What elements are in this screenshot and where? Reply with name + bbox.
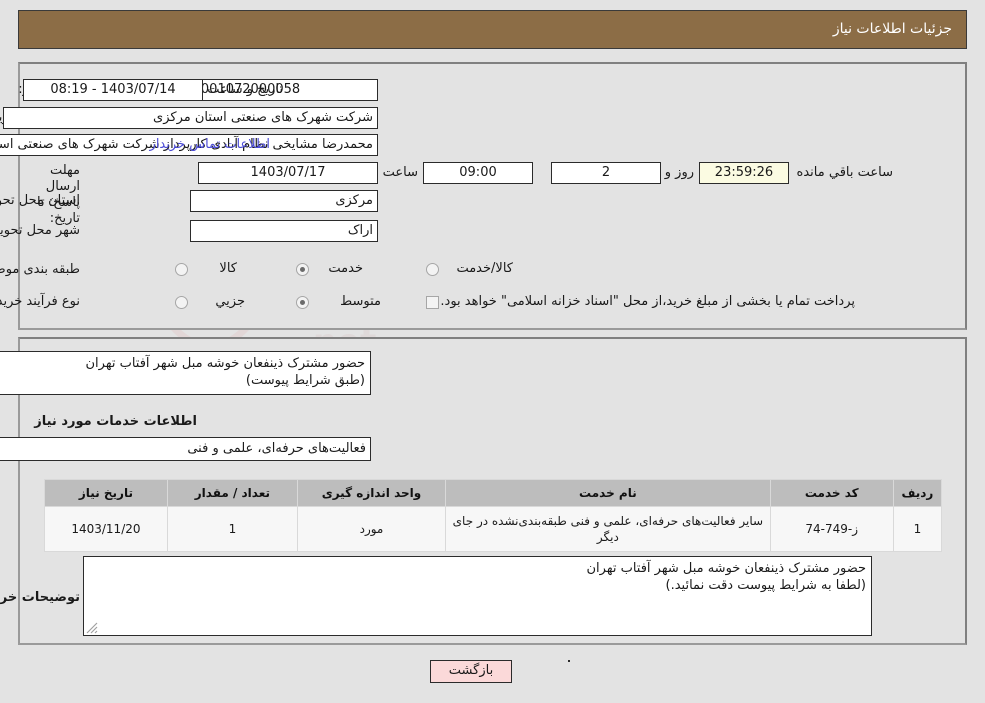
category-label: طبقه بندی موضوعی: [0,262,80,277]
city-label: شهر محل تحویل: [0,223,80,238]
deadline-time-field[interactable]: 09:00 [423,162,533,184]
services-section-title: اطلاعات خدمات مورد نیاز [34,414,197,429]
province-field[interactable]: مرکزی [190,190,378,212]
cell-row: 1 [892,506,943,552]
category-radio-kala-khedmat[interactable] [426,263,439,276]
remaining-days-unit-label: روز و [664,165,694,180]
category-radio-khedmat[interactable] [296,263,309,276]
table-row: 1 ز-749-74 سایر فعالیت‌های حرفه‌ای، علمی… [44,506,943,552]
countdown-field: 23:59:26 [699,162,789,184]
buyer-contact-link[interactable]: اطلاعات تماس خریدار [150,137,270,152]
deadline-time-label: ساعت [382,165,418,180]
process-type-label: نوع فرآیند خرید : [0,294,80,309]
th-code: کد خدمت [769,479,894,507]
page-title: جزئیات اطلاعات نیاز [832,21,952,37]
page-header-bar: جزئیات اطلاعات نیاز [18,10,967,49]
return-button[interactable]: بازگشت [430,660,512,683]
treasury-note-label: پرداخت تمام یا بخشی از مبلغ خرید،از محل … [440,294,855,309]
services-table: ردیف کد خدمت نام خدمت واحد اندازه گیری ت… [44,479,943,552]
city-field[interactable]: اراک [190,220,378,242]
process-option-motevaset-label: متوسط [340,294,381,309]
process-radio-motevaset[interactable] [296,296,309,309]
general-description-line-2: (طبق شرایط پیوست) [245,373,365,388]
th-name: نام خدمت [445,479,771,507]
process-option-jozee-label: جزیي [215,294,245,309]
buyer-notes-line-2: (لطفا به شرایط پیوست دقت نمائید.) [665,578,866,593]
treasury-docs-checkbox[interactable] [426,296,439,309]
category-radio-kala[interactable] [175,263,188,276]
province-label: استان محل تحویل: [0,193,80,208]
resize-grip-icon[interactable] [86,622,98,634]
top-info-panel [18,62,967,330]
process-radio-jozee[interactable] [175,296,188,309]
deadline-date-field[interactable]: 1403/07/17 [198,162,378,184]
buyer-notes-textarea[interactable]: حضور مشترک ذینفعان خوشه مبل شهر آفتاب ته… [83,556,872,636]
buyer-notes-label: توضیحات خریدار: [0,590,80,605]
th-unit: واحد اندازه گیری [296,479,447,507]
buyer-notes-line-1: حضور مشترک ذینفعان خوشه مبل شهر آفتاب ته… [586,561,867,576]
general-description-line-1: حضور مشترک ذینفعان خوشه مبل شهر آفتاب ته… [85,356,366,371]
remaining-days-field[interactable]: 2 [551,162,661,184]
cell-unit: مورد [296,506,447,552]
cell-qty: 1 [166,506,298,552]
category-option-kala-khedmat-label: کالا/خدمت [456,261,513,276]
countdown-label: ساعت باقي مانده [796,165,893,180]
category-option-kala-label: کالا [219,261,237,276]
service-group-field[interactable]: فعالیت‌های حرفه‌ای، علمی و فنی [0,437,371,461]
table-header-row: ردیف کد خدمت نام خدمت واحد اندازه گیری ت… [44,479,943,507]
category-option-khedmat-label: خدمت [328,261,363,276]
th-qty: تعداد / مقدار [166,479,298,507]
cell-name: سایر فعالیت‌های حرفه‌ای، علمی و فنی طبقه… [445,506,771,552]
general-description-textarea[interactable]: حضور مشترک ذینفعان خوشه مبل شهر آفتاب ته… [0,351,371,395]
th-row: ردیف [892,479,943,507]
th-date: تاریخ نیاز [44,479,168,507]
announce-datetime-field[interactable]: 1403/07/14 - 08:19 [23,79,203,101]
cell-date: 1403/11/20 [44,506,168,552]
buyer-org-field[interactable]: شرکت شهرک های صنعتی استان مرکزی [3,107,378,129]
cell-code: ز-749-74 [769,506,894,552]
page-root: AnaTender .net جزئیات اطلاعات نیاز شماره… [0,0,985,703]
